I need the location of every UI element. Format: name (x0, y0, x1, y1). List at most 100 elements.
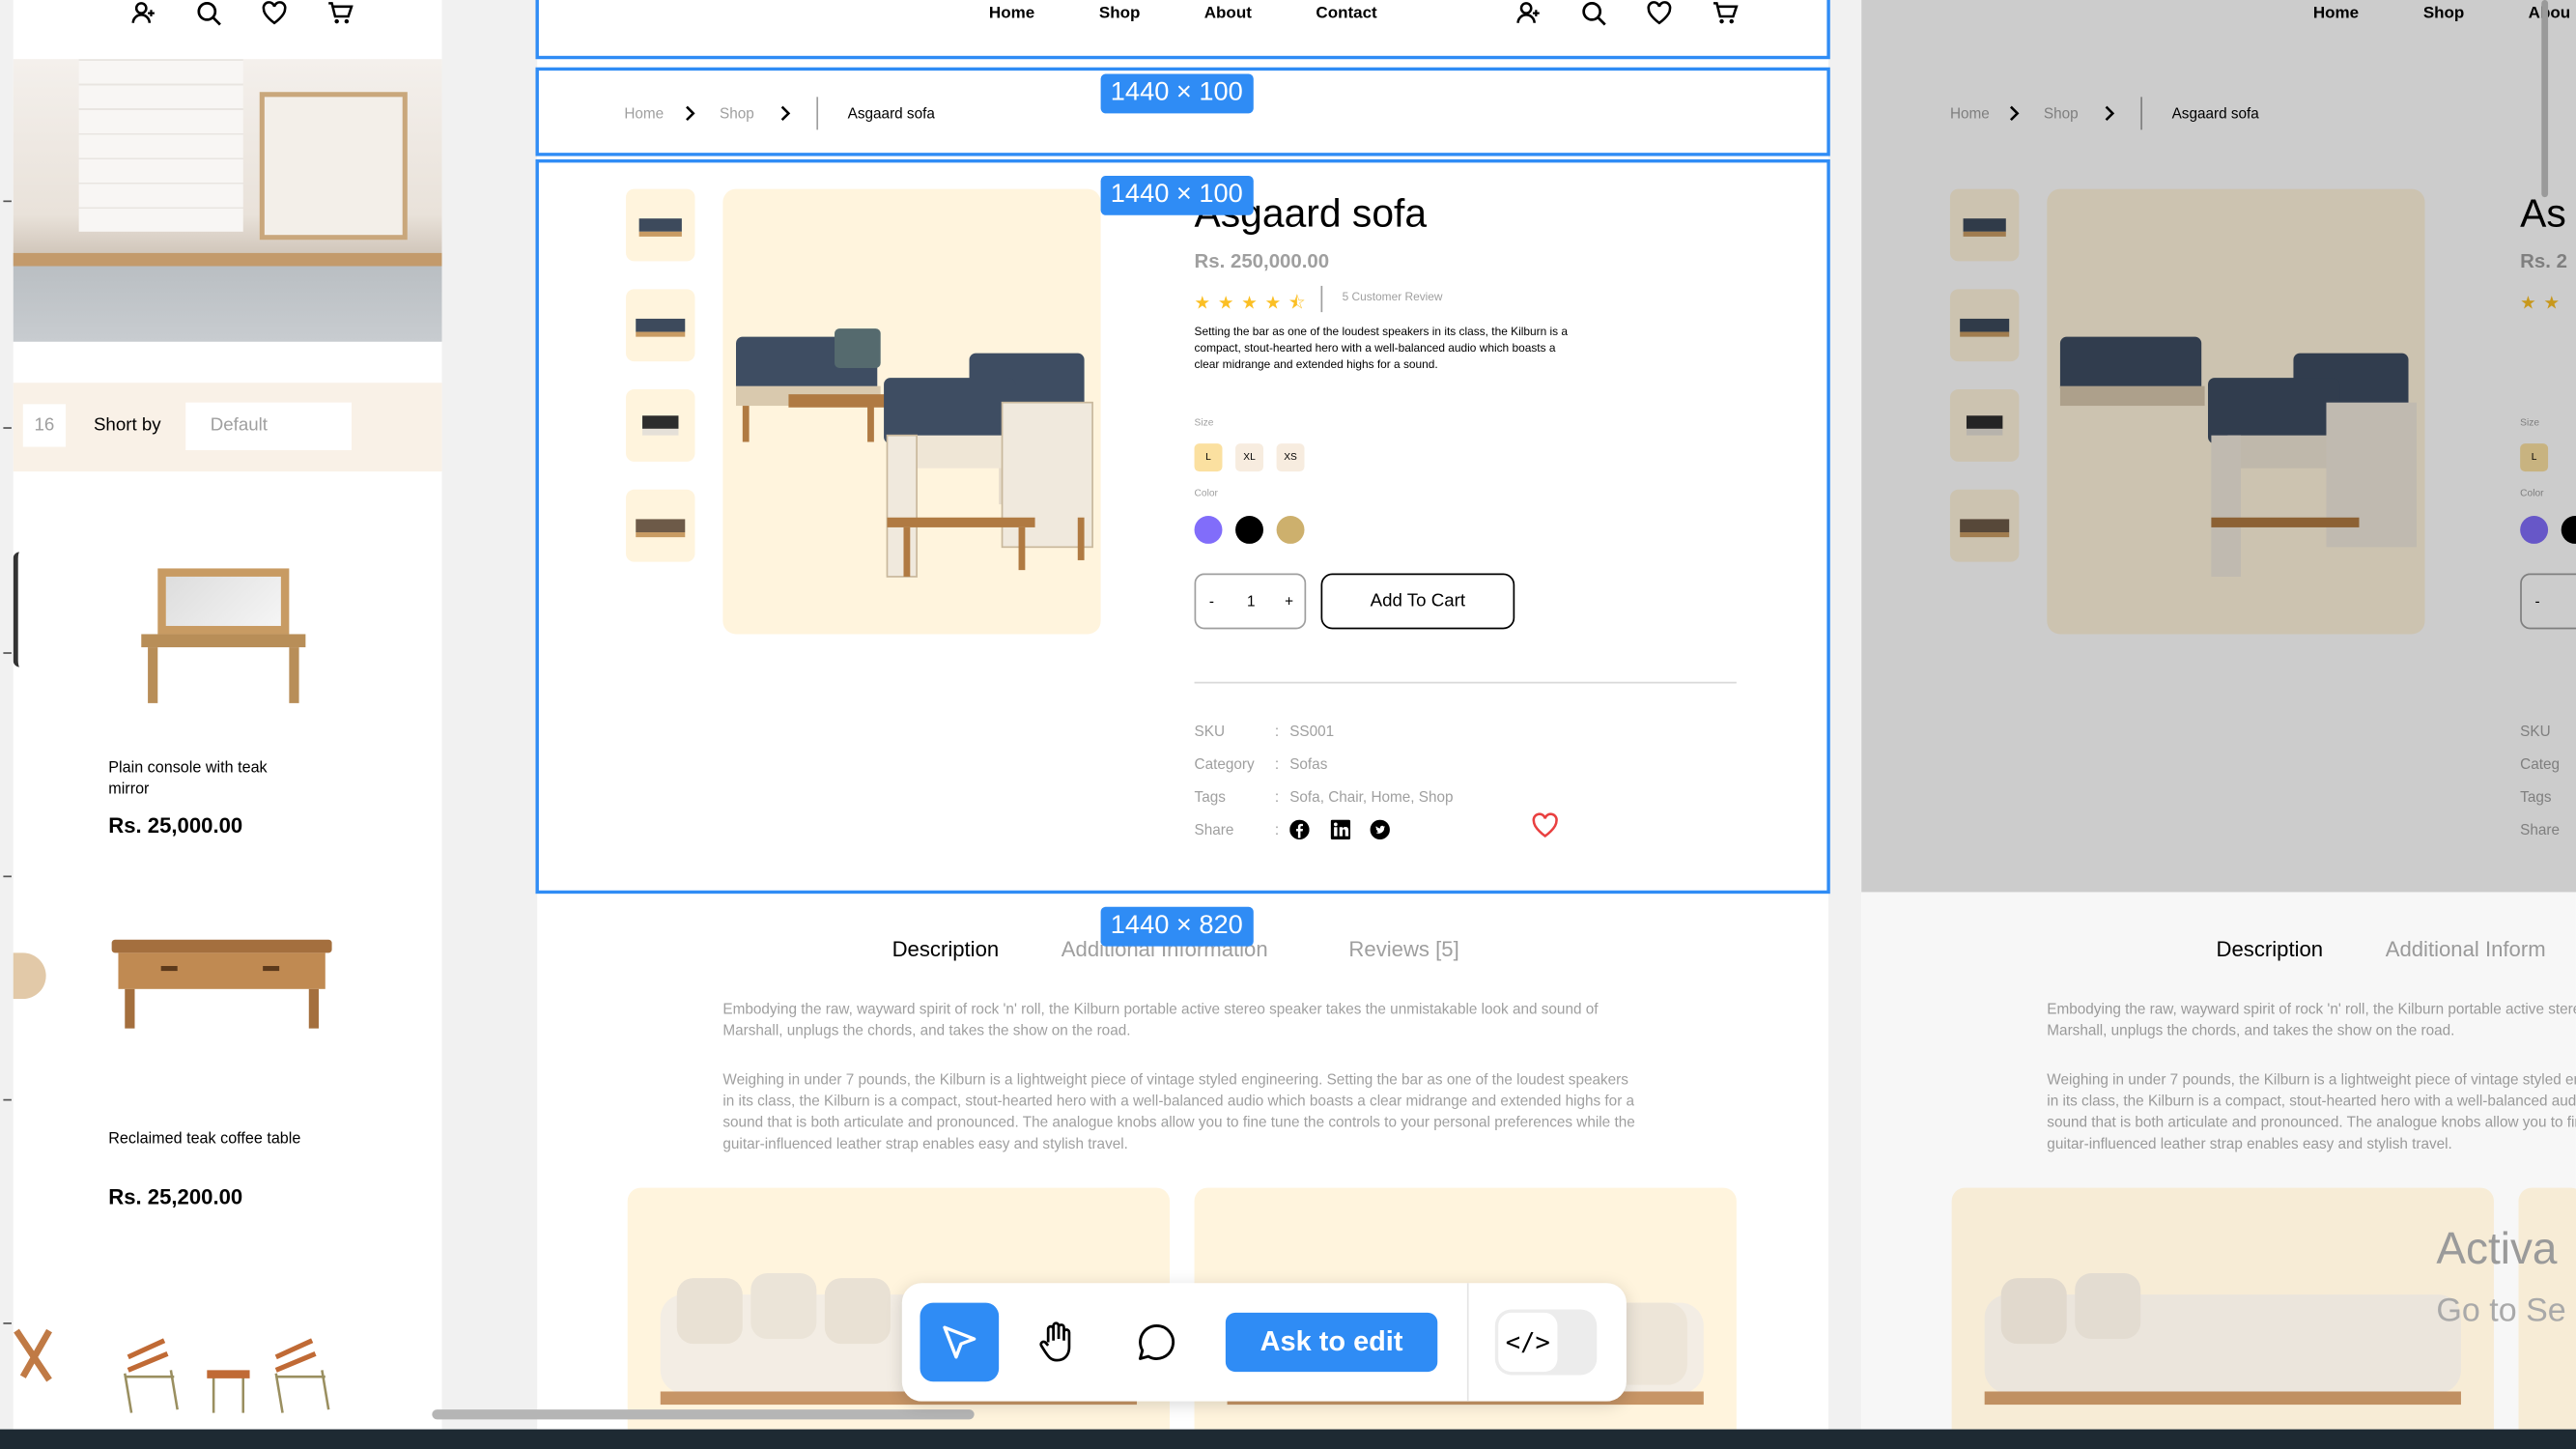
breadcrumb-home[interactable]: Home (1950, 105, 1990, 122)
right-preview-frame: Home Shop Abou Home Shop Asgaard sofa As… (1861, 0, 2576, 1430)
facebook-icon[interactable] (1289, 819, 1310, 840)
size-option[interactable]: XL (1235, 443, 1263, 472)
cart-icon[interactable] (1712, 0, 1739, 26)
twitter-icon[interactable] (1370, 819, 1390, 840)
size-label: Size (2520, 418, 2540, 429)
thumbnail-3[interactable] (1949, 389, 2020, 462)
share-label: Share (2520, 821, 2561, 838)
horizontal-scrollbar-thumb[interactable] (432, 1409, 975, 1420)
nav-about[interactable]: About (1204, 5, 1252, 23)
product-card[interactable]: Plain console with teak mirror Rs. 25,00… (96, 542, 358, 854)
product-price: Rs. 25,000.00 (108, 812, 243, 838)
account-icon[interactable] (131, 0, 157, 26)
show-count[interactable]: 16 (22, 404, 67, 447)
size-option[interactable]: L (2520, 443, 2549, 472)
product-name: Reclaimed teak coffee table (108, 1130, 301, 1149)
thumbnail-1[interactable] (626, 188, 695, 262)
meta-colon: : (1274, 755, 1280, 773)
add-to-cart-button[interactable]: Add To Cart (1320, 573, 1515, 630)
color-swatch[interactable] (1276, 516, 1305, 544)
comment-bubble-icon[interactable] (1135, 1321, 1177, 1363)
category-label: Category (1194, 755, 1255, 773)
color-swatch[interactable] (2520, 516, 2549, 544)
color-swatch[interactable] (2561, 516, 2576, 544)
nav-home[interactable]: Home (2313, 5, 2359, 23)
breadcrumb-shop[interactable]: Shop (2044, 105, 2079, 122)
breadcrumb-current: Asgaard sofa (2171, 104, 2259, 122)
ask-to-edit-button[interactable]: Ask to edit (1225, 1312, 1438, 1373)
wishlist-heart-icon[interactable] (1531, 811, 1559, 839)
review-count[interactable]: 5 Customer Review (1343, 293, 1443, 304)
meta-colon: : (1274, 821, 1280, 838)
linkedin-icon[interactable] (1330, 819, 1351, 840)
canvas-toolbar: Ask to edit </> (901, 1283, 1627, 1402)
meta-colon: : (1274, 788, 1280, 806)
color-label: Color (2520, 489, 2544, 500)
toolbar-divider (1466, 1283, 1469, 1402)
nav-contact[interactable]: Contact (1316, 5, 1376, 23)
product-price: Rs. 2 (2520, 249, 2567, 273)
select-tool-button[interactable] (920, 1302, 1000, 1382)
size-option[interactable]: L (1194, 443, 1223, 472)
quantity-minus[interactable]: - (2534, 593, 2539, 610)
sku-value: SS001 (1289, 723, 1335, 740)
coffee-table-image (111, 939, 332, 1036)
divider (1194, 681, 1737, 684)
star-icon: ★ (1194, 294, 1211, 314)
product-card[interactable]: Reclaimed teak coffee table Rs. 25,200.0… (96, 920, 358, 1232)
product-main-image (2047, 188, 2425, 635)
product-image-partial (13, 952, 46, 1000)
sku-label: SKU (2520, 723, 2551, 740)
heart-icon[interactable] (1646, 0, 1672, 26)
tab-reviews[interactable]: Reviews [5] (1348, 936, 1458, 961)
gallery-image-1 (1951, 1187, 2494, 1430)
rating-stars: ★ ★ (2520, 288, 2560, 318)
breadcrumb-shop[interactable]: Shop (720, 105, 754, 122)
quantity-stepper: - (2520, 573, 2576, 630)
thumbnail-2[interactable] (626, 289, 695, 362)
search-icon[interactable] (1580, 0, 1606, 26)
chevron-right-icon (2006, 105, 2023, 122)
windows-activation-watermark: Activa (2436, 1224, 2558, 1274)
thumbnail-4[interactable] (626, 489, 695, 562)
taskbar (0, 1429, 2576, 1449)
nav-home[interactable]: Home (989, 5, 1034, 23)
tab-additional-information[interactable]: Additional Inform (2386, 936, 2546, 961)
thumbnail-2[interactable] (1949, 289, 2020, 362)
sort-select[interactable]: Default (185, 402, 352, 450)
description-paragraph-1: Embodying the raw, wayward spirit of roc… (722, 1000, 1599, 1038)
color-swatch[interactable] (1194, 516, 1223, 544)
console-image (141, 565, 306, 703)
hero-room-image (13, 59, 442, 342)
account-icon[interactable] (1516, 0, 1543, 26)
quantity-value[interactable]: 1 (1247, 593, 1256, 610)
sort-label: Short by (93, 415, 161, 436)
tab-description[interactable]: Description (2217, 936, 2324, 961)
nav-about[interactable]: Abou (2529, 5, 2570, 23)
code-toggle[interactable]: </> (1494, 1309, 1598, 1376)
thumbnail-4[interactable] (1949, 489, 2020, 562)
category-value: Sofas (1289, 755, 1328, 773)
search-icon[interactable] (195, 0, 221, 26)
breadcrumb-home[interactable]: Home (624, 105, 664, 122)
quantity-minus[interactable]: - (1209, 593, 1214, 610)
quantity-plus[interactable]: + (1285, 593, 1293, 610)
star-half-icon: ⯪ (1288, 294, 1306, 314)
size-option[interactable]: XS (1276, 443, 1305, 472)
nav-shop[interactable]: Shop (2423, 5, 2465, 23)
cart-icon[interactable] (326, 0, 354, 26)
heart-icon[interactable] (261, 0, 287, 26)
thumbnail-3[interactable] (626, 389, 695, 462)
hand-pan-icon[interactable] (1033, 1320, 1080, 1366)
tab-description[interactable]: Description (892, 936, 1000, 961)
ruler (0, 0, 14, 1430)
nav-shop[interactable]: Shop (1099, 5, 1141, 23)
windows-activation-watermark-sub: Go to Se (2436, 1293, 2566, 1329)
share-label: Share (1194, 821, 1234, 838)
scrollbar-thumb[interactable] (2541, 0, 2549, 198)
short-description: Setting the bar as one of the loudest sp… (1194, 327, 1569, 372)
product-title: As (2520, 191, 2566, 237)
color-swatch[interactable] (1235, 516, 1263, 544)
thumbnail-1[interactable] (1949, 188, 2020, 262)
chevron-right-icon (682, 105, 698, 122)
